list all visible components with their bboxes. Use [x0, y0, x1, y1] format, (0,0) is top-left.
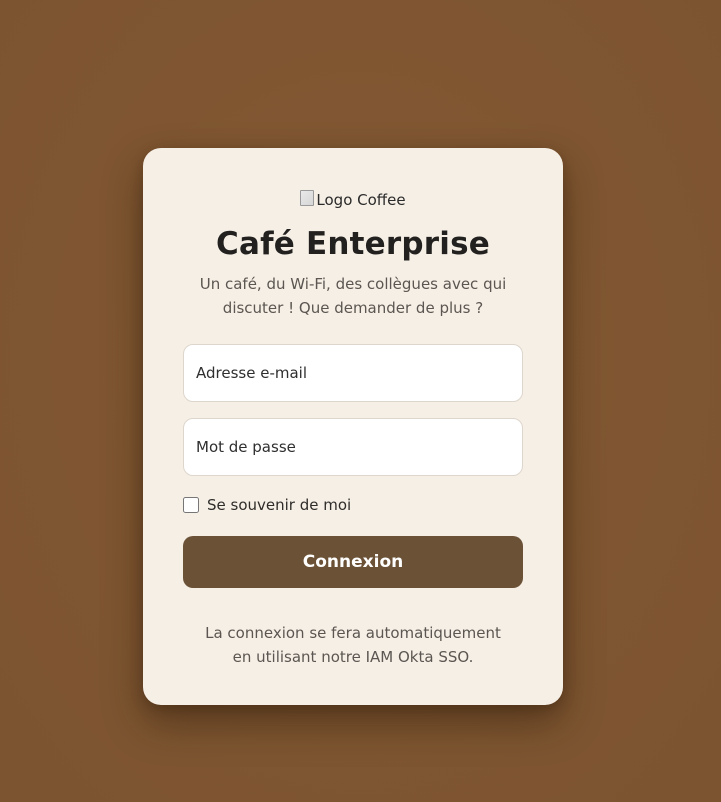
- logo-alt-text: Logo Coffee: [316, 191, 406, 209]
- login-button[interactable]: Connexion: [183, 536, 523, 588]
- broken-image-icon: [300, 190, 315, 206]
- remember-me-label: Se souvenir de moi: [207, 496, 352, 514]
- page-title: Café Enterprise: [216, 226, 490, 262]
- sso-note: La connexion se fera automatiquement en …: [205, 624, 501, 666]
- email-field[interactable]: [183, 344, 523, 402]
- page-subtitle: Un café, du Wi-Fi, des collègues avec qu…: [199, 275, 507, 317]
- password-field[interactable]: [183, 418, 523, 476]
- remember-me-checkbox[interactable]: [183, 497, 199, 513]
- login-card: Logo Coffee Café Enterprise Un café, du …: [143, 148, 563, 705]
- remember-me-row[interactable]: Se souvenir de moi: [183, 494, 523, 516]
- logo: Logo Coffee: [183, 188, 523, 212]
